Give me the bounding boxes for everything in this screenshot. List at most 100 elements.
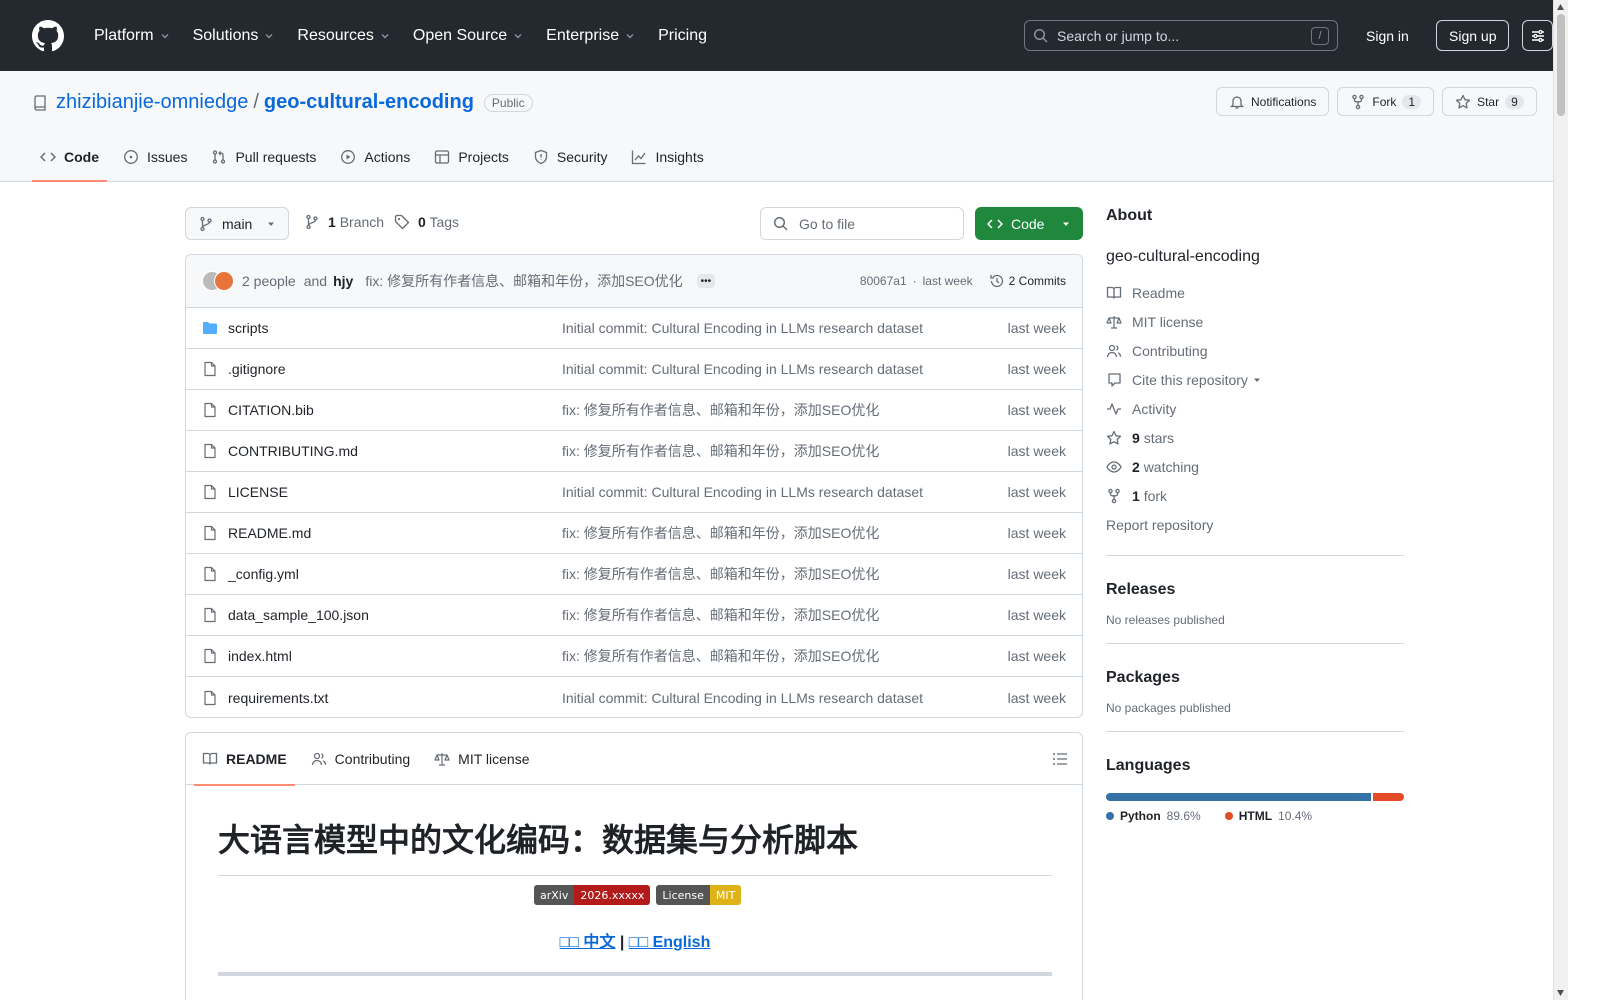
- scrollbar-thumb[interactable]: [1557, 14, 1565, 116]
- file-name-link[interactable]: CITATION.bib: [228, 402, 562, 418]
- file-name-link[interactable]: CONTRIBUTING.md: [228, 443, 562, 459]
- nav-solutions[interactable]: Solutions: [185, 20, 284, 52]
- nav-label: Solutions: [192, 26, 259, 44]
- file-name-link[interactable]: README.md: [228, 525, 562, 541]
- tab-projects[interactable]: Projects: [426, 133, 517, 181]
- stars-link[interactable]: 9 stars: [1106, 423, 1404, 452]
- search-input[interactable]: Search or jump to... /: [1024, 20, 1338, 51]
- search-icon: [1033, 28, 1048, 43]
- forks-link[interactable]: 1 fork: [1106, 481, 1404, 510]
- tab-actions[interactable]: Actions: [332, 133, 418, 181]
- commit-avatars[interactable]: [202, 271, 234, 291]
- contributing-link[interactable]: Contributing: [1106, 336, 1404, 365]
- tag-icon: [394, 214, 410, 230]
- readme-tab-license[interactable]: MIT license: [426, 733, 537, 785]
- file-commit-message[interactable]: fix: 修复所有作者信息、邮箱和年份，添加SEO优化: [562, 605, 982, 625]
- file-row[interactable]: LICENSE Initial commit: Cultural Encoding…: [186, 472, 1082, 513]
- cite-label: Cite this repository: [1132, 371, 1248, 388]
- tab-issues[interactable]: Issues: [115, 133, 195, 181]
- watchers-link[interactable]: 2 watching: [1106, 452, 1404, 481]
- list-icon[interactable]: [1052, 751, 1068, 767]
- file-row[interactable]: CITATION.bib fix: 修复所有作者信息、邮箱和年份，添加SEO优化 l…: [186, 390, 1082, 431]
- file-name-link[interactable]: .gitignore: [228, 361, 562, 377]
- code-button[interactable]: Code: [975, 207, 1083, 240]
- folder-icon: [203, 322, 217, 334]
- file-commit-date: last week: [1007, 525, 1066, 541]
- file-row[interactable]: index.html fix: 修复所有作者信息、邮箱和年份，添加SEO优化 las…: [186, 636, 1082, 677]
- global-header: Platform Solutions Resources Open Source…: [0, 0, 1553, 71]
- file-row[interactable]: scripts Initial commit: Cultural Encoding…: [186, 308, 1082, 349]
- file-name-link[interactable]: scripts: [228, 320, 562, 336]
- go-to-file-input[interactable]: Go to file: [760, 207, 964, 240]
- license-link[interactable]: MIT license: [1106, 307, 1404, 336]
- nav-enterprise[interactable]: Enterprise: [538, 20, 644, 52]
- file-commit-message[interactable]: fix: 修复所有作者信息、邮箱和年份，添加SEO优化: [562, 441, 982, 461]
- menu-button[interactable]: [1522, 20, 1553, 51]
- notifications-button[interactable]: Notifications: [1216, 87, 1330, 116]
- activity-link[interactable]: Activity: [1106, 394, 1404, 423]
- chinese-link[interactable]: □□ 中文: [560, 934, 616, 951]
- packages-title[interactable]: Packages: [1106, 669, 1404, 687]
- file-row[interactable]: _config.yml fix: 修复所有作者信息、邮箱和年份，添加SEO优化 la…: [186, 554, 1082, 595]
- repo-owner-link[interactable]: zhizibianjie-omniedge: [56, 91, 248, 114]
- file-name-link[interactable]: _config.yml: [228, 566, 562, 582]
- file-row[interactable]: data_sample_100.json fix: 修复所有作者信息、邮箱和年份，…: [186, 595, 1082, 636]
- license-badge[interactable]: License MIT: [656, 885, 742, 905]
- nav-resources[interactable]: Resources: [289, 20, 398, 52]
- nav-pricing[interactable]: Pricing: [650, 20, 715, 52]
- commit-author-link[interactable]: hjy: [333, 273, 353, 289]
- repo-name-link[interactable]: geo-cultural-encoding: [264, 91, 474, 114]
- file-name-link[interactable]: index.html: [228, 648, 562, 664]
- github-logo-icon[interactable]: [32, 19, 64, 52]
- commit-people-link[interactable]: 2 people: [242, 273, 296, 289]
- language-item[interactable]: Python 89.6%: [1106, 809, 1201, 823]
- commits-link[interactable]: 2 Commits: [989, 273, 1066, 289]
- file-commit-message[interactable]: Initial commit: Cultural Encoding in LLM…: [562, 484, 982, 500]
- nav-platform[interactable]: Platform: [86, 20, 179, 52]
- commit-and: and: [303, 273, 328, 289]
- file-name-link[interactable]: data_sample_100.json: [228, 607, 562, 623]
- fork-button[interactable]: Fork 1: [1337, 87, 1435, 116]
- tab-security[interactable]: Security: [525, 133, 616, 181]
- quote-icon: [1108, 372, 1121, 387]
- commit-message-link[interactable]: fix: 修复所有作者信息、邮箱和年份，添加SEO优化: [365, 271, 682, 291]
- nav-open-source[interactable]: Open Source: [405, 20, 532, 52]
- file-commit-message[interactable]: fix: 修复所有作者信息、邮箱和年份，添加SEO优化: [562, 400, 982, 420]
- commit-hash-link[interactable]: 80067a1: [860, 274, 907, 288]
- file-commit-message[interactable]: Initial commit: Cultural Encoding in LLM…: [562, 690, 982, 706]
- report-repository-link[interactable]: Report repository: [1106, 510, 1404, 539]
- file-commit-message[interactable]: fix: 修复所有作者信息、邮箱和年份，添加SEO优化: [562, 564, 982, 584]
- page-scrollbar[interactable]: [1553, 0, 1568, 1000]
- file-commit-message[interactable]: fix: 修复所有作者信息、邮箱和年份，添加SEO优化: [562, 523, 982, 543]
- file-commit-message[interactable]: Initial commit: Cultural Encoding in LLM…: [562, 361, 982, 377]
- english-link[interactable]: □□ English: [629, 934, 711, 951]
- file-row[interactable]: .gitignore Initial commit: Cultural Encod…: [186, 349, 1082, 390]
- sign-in-link[interactable]: Sign in: [1366, 20, 1409, 51]
- file-row[interactable]: CONTRIBUTING.md fix: 修复所有作者信息、邮箱和年份，添加SEO…: [186, 431, 1082, 472]
- readme-link[interactable]: Readme: [1106, 278, 1404, 307]
- branches-link[interactable]: 1 Branch: [304, 214, 384, 230]
- tab-code[interactable]: Code: [32, 133, 107, 182]
- readme-tab-contributing[interactable]: Contributing: [303, 733, 419, 785]
- branch-selector[interactable]: main: [185, 207, 289, 240]
- tab-pull-requests[interactable]: Pull requests: [203, 133, 324, 181]
- cite-repository-button[interactable]: Cite this repository: [1106, 365, 1404, 394]
- releases-title[interactable]: Releases: [1106, 581, 1404, 599]
- file-row[interactable]: README.md fix: 修复所有作者信息、邮箱和年份，添加SEO优化 last…: [186, 513, 1082, 554]
- tab-insights[interactable]: Insights: [623, 133, 711, 181]
- tab-label: Code: [64, 149, 99, 165]
- file-row[interactable]: requirements.txt Initial commit: Cultural…: [186, 677, 1082, 717]
- readme-tab-readme[interactable]: README: [194, 733, 295, 786]
- file-name-link[interactable]: requirements.txt: [228, 690, 562, 706]
- commit-expand-button[interactable]: •••: [696, 274, 716, 288]
- file-commit-message[interactable]: fix: 修复所有作者信息、邮箱和年份，添加SEO优化: [562, 646, 982, 666]
- scroll-up-icon[interactable]: [1556, 3, 1565, 11]
- arxiv-badge[interactable]: arXiv 2026.xxxxx: [534, 885, 651, 905]
- file-commit-message[interactable]: Initial commit: Cultural Encoding in LLM…: [562, 320, 982, 336]
- language-item[interactable]: HTML 10.4%: [1224, 809, 1312, 823]
- scroll-down-icon[interactable]: [1556, 989, 1565, 997]
- tags-link[interactable]: 0 Tags: [394, 214, 459, 230]
- star-button[interactable]: Star 9: [1442, 87, 1537, 116]
- file-name-link[interactable]: LICENSE: [228, 484, 562, 500]
- sign-up-button[interactable]: Sign up: [1436, 20, 1510, 51]
